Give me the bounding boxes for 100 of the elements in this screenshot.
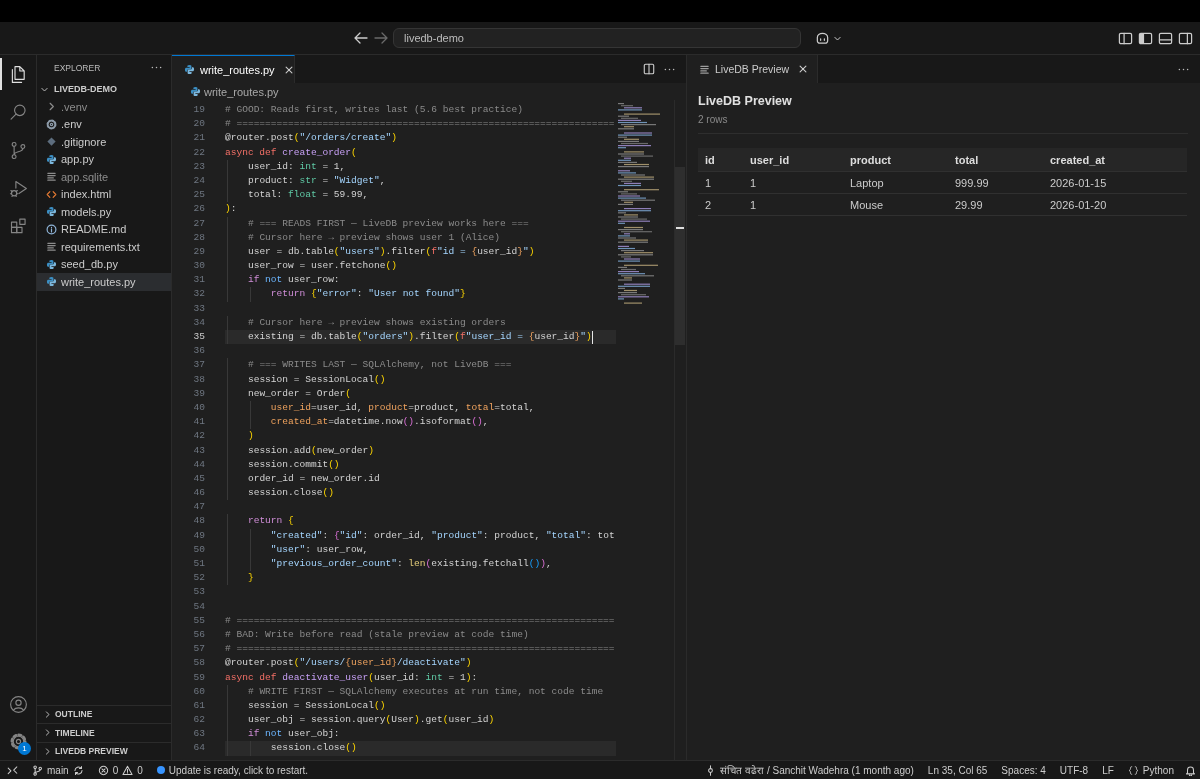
line-number: 30 <box>192 259 205 274</box>
blame-indicator[interactable]: संचित वढेरा / Sanchit Wadehra (1 month ago) <box>700 761 919 779</box>
code-line: return {"error": "User not found"} <box>270 288 466 300</box>
python-file-icon <box>46 153 57 165</box>
table-cell: 1 <box>698 171 743 194</box>
line-number: 40 <box>192 400 205 415</box>
code-line: product: str = "Widget", <box>247 174 386 186</box>
branch-indicator[interactable]: main <box>27 761 89 779</box>
line-number: 37 <box>192 358 205 373</box>
cursor-marker-icon <box>676 227 684 229</box>
line-number: 20 <box>192 117 205 132</box>
sidebar-title: EXPLORER <box>54 62 101 73</box>
line-number: 26 <box>192 202 205 217</box>
code-line: existing = db.table("orders").filter(f"user_id = {user_id}") <box>247 331 592 342</box>
panel-tab[interactable]: LiveDB Preview <box>687 55 819 83</box>
scrollbar-thumb[interactable] <box>675 167 685 345</box>
code-line: created_at=datetime.now().isoformat(), <box>270 416 489 428</box>
line-ending-selector[interactable]: LF <box>1097 761 1119 779</box>
tree-item[interactable]: index.html <box>37 185 171 203</box>
line-number: 55 <box>192 613 205 628</box>
column-header: total <box>948 148 1043 172</box>
tree-item[interactable]: app.py <box>37 150 171 168</box>
active-indicator <box>0 58 2 90</box>
sidebar-right-icon[interactable] <box>1178 30 1193 46</box>
panel-bottom-icon[interactable] <box>1158 30 1173 46</box>
tree-item[interactable]: seed_db.py <box>37 255 171 273</box>
folder-header[interactable]: LIVEDB-DEMO <box>37 80 171 98</box>
code-line: if not user_row: <box>247 274 340 286</box>
text-lines-icon <box>46 171 57 183</box>
code-line: # === WRITES LAST — SQLAlchemy, not LiveDB === <box>247 359 512 371</box>
section-header[interactable]: TIMELINE <box>37 723 171 742</box>
line-number: 43 <box>192 443 205 458</box>
section-header[interactable]: OUTLINE <box>37 704 171 723</box>
tree-item[interactable]: write_routes.py <box>37 273 171 291</box>
sidebar-left-icon[interactable] <box>1138 30 1153 46</box>
more-icon[interactable] <box>151 66 162 69</box>
line-number: 39 <box>192 386 205 401</box>
python-file-icon <box>46 276 57 288</box>
tree-item[interactable]: requirements.txt <box>37 238 171 256</box>
bell-icon[interactable] <box>1185 764 1196 776</box>
tree-item[interactable]: models.py <box>37 203 171 221</box>
line-number: 42 <box>192 429 205 444</box>
line-number: 22 <box>192 145 205 160</box>
code-line: user_id: int = 1, <box>247 160 346 172</box>
indentation-selector[interactable]: Spaces: 4 <box>996 761 1051 779</box>
breadcrumb-item[interactable]: write_routes.py <box>204 85 279 98</box>
line-number: 29 <box>192 244 205 259</box>
code-line: "previous_order_count": len(existing.fetchall()), <box>270 558 552 569</box>
code-line: "user": user_row, <box>270 543 369 555</box>
code-line: user_obj = session.query(User).get(user_id) <box>247 714 495 726</box>
line-number: 47 <box>192 500 205 515</box>
section-header[interactable]: LIVEDB PREVIEW <box>37 741 171 760</box>
line-number: 31 <box>192 273 205 288</box>
code-line: } <box>247 572 254 584</box>
line-number: 38 <box>192 372 205 387</box>
arrow-left-icon[interactable] <box>354 32 368 44</box>
code-line: user_id=user_id, product=product, total=total, <box>270 401 535 413</box>
code-line: # GOOD: Reads first, writes last (5.6 best practice) <box>225 104 523 115</box>
line-number: 24 <box>192 173 205 188</box>
line-number: 53 <box>192 585 205 600</box>
line-number: 25 <box>192 188 205 203</box>
problems-indicator[interactable]: 0 0 <box>92 761 148 779</box>
line-number: 48 <box>192 514 205 529</box>
tree-item[interactable]: README.md <box>37 220 171 238</box>
close-icon[interactable] <box>283 64 294 75</box>
cursor-position[interactable]: Ln 35, Col 65 <box>922 761 993 779</box>
code-line: async def deactivate_user(user_id: int = 1): <box>225 671 478 683</box>
close-icon[interactable] <box>798 64 809 74</box>
account-icon[interactable] <box>7 694 29 715</box>
tree-item[interactable]: .gitignore <box>37 133 171 151</box>
command-center[interactable]: livedb-demo <box>393 28 801 48</box>
split-editor-icon[interactable] <box>643 63 655 75</box>
code-line: session = SessionLocal() <box>247 373 386 385</box>
gear-icon <box>46 118 57 130</box>
editor-tab[interactable]: write_routes.py <box>172 55 295 83</box>
table-cell: 999.99 <box>948 171 1043 194</box>
line-number: 61 <box>192 698 205 713</box>
update-notice[interactable]: Update is ready, click to restart. <box>151 761 314 779</box>
robot-face-icon <box>815 30 830 46</box>
tree-item[interactable]: .venv <box>37 98 171 116</box>
more-icon[interactable] <box>1178 67 1189 71</box>
python-file-icon <box>190 86 201 97</box>
column-header: created_at <box>1043 148 1187 172</box>
table-cell: 1 <box>743 171 843 194</box>
code-line: ) <box>247 430 254 442</box>
line-number: 35 <box>192 330 205 344</box>
line-number: 41 <box>192 415 205 430</box>
tree-item[interactable]: app.sqlite <box>37 168 171 186</box>
notification-badge: 1 <box>18 742 31 755</box>
sync-icon <box>72 764 84 776</box>
line-number: 58 <box>192 656 205 671</box>
warning-icon <box>122 764 134 776</box>
tree-item[interactable]: .env <box>37 115 171 133</box>
code-line: ): <box>225 203 237 215</box>
table-cell: 29.99 <box>948 193 1043 216</box>
layout-columns-icon[interactable] <box>1118 30 1133 46</box>
more-icon[interactable] <box>664 67 675 71</box>
line-number: 52 <box>192 571 205 586</box>
language-selector[interactable]: Python <box>1122 761 1179 779</box>
encoding-selector[interactable]: UTF-8 <box>1054 761 1094 779</box>
